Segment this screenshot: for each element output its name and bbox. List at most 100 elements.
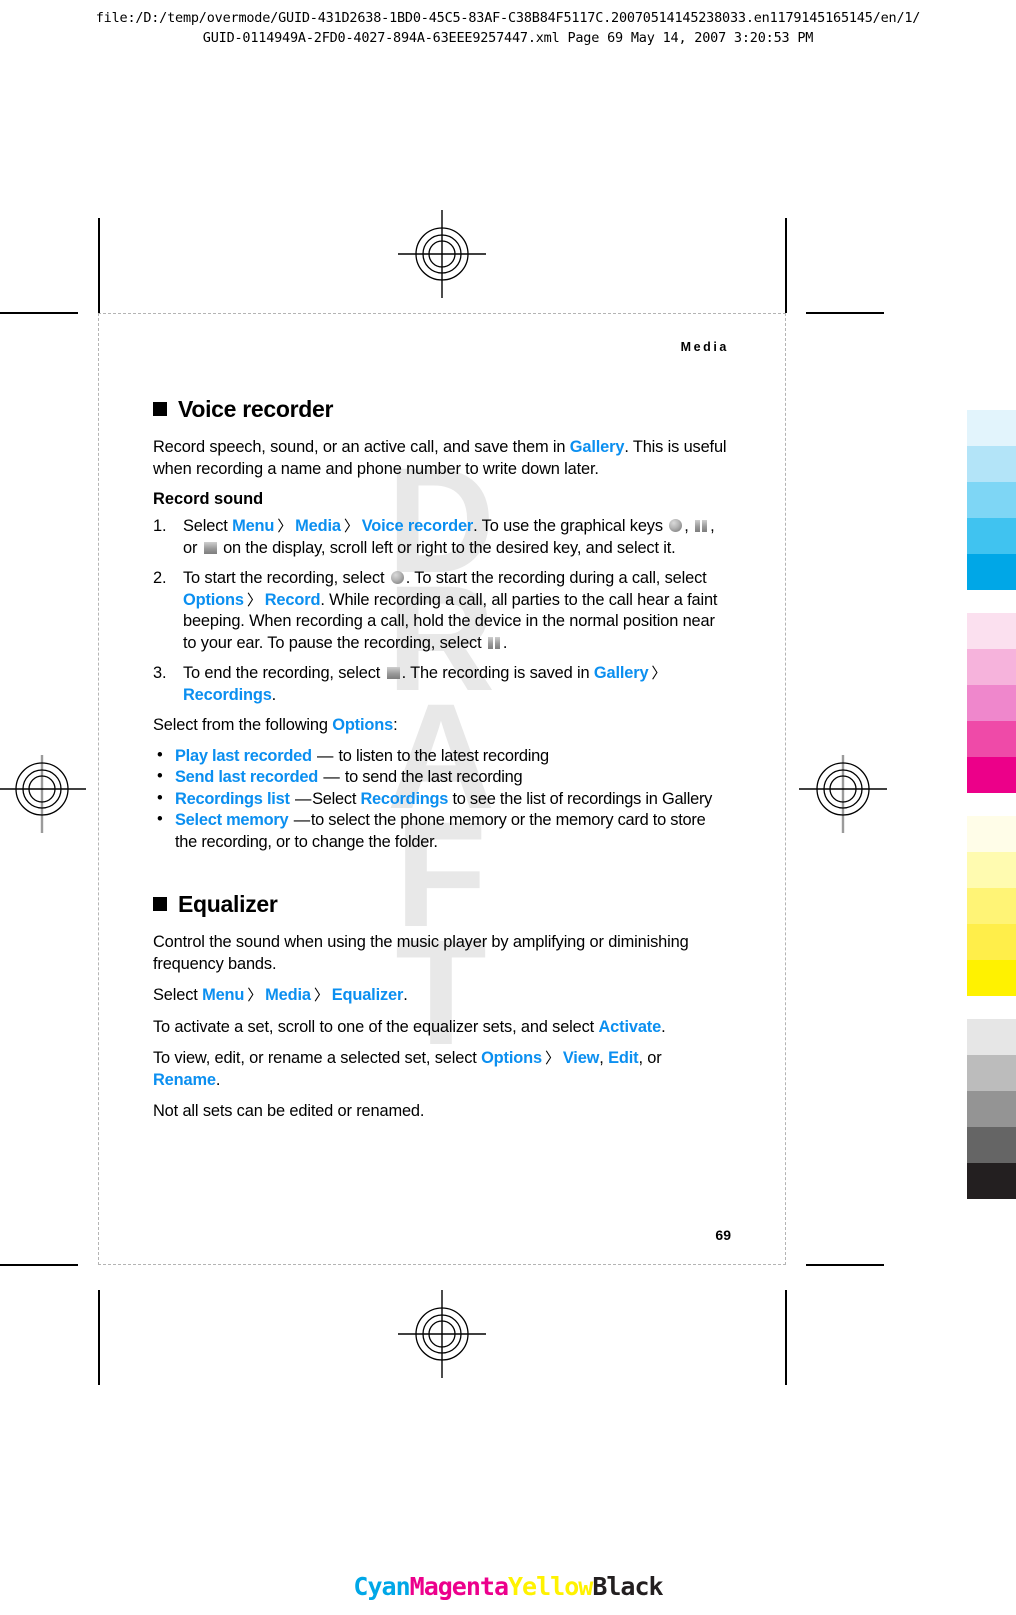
record-key-icon [390, 571, 404, 584]
link-gallery[interactable]: Gallery [594, 664, 649, 682]
equalizer-note: Not all sets can be edited or renamed. [153, 1102, 425, 1120]
step-1-text-a: Select [183, 517, 233, 535]
step-1-number: 1. [153, 517, 167, 535]
link-voice-recorder[interactable]: Voice recorder [362, 517, 474, 535]
link-menu[interactable]: Menu [232, 517, 274, 535]
magenta-swatch-1 [967, 613, 1016, 649]
step-2-text-a: To start the recording, select [183, 569, 389, 587]
step-3: 3. To end the recording, select . The rec… [153, 663, 731, 706]
chevron-right-icon: 〉 [247, 987, 263, 1004]
print-header-line2: GUID-0114949A-2FD0-4027-894A-63EEE925744… [202, 30, 814, 46]
options-lead-a: Select from the following [153, 716, 333, 734]
em-dash: — [293, 811, 310, 829]
option-recordings-list[interactable]: Recordings list [175, 790, 290, 808]
option-play-last-recorded-desc: to listen to the latest recording [334, 746, 549, 765]
link-menu[interactable]: Menu [202, 986, 244, 1004]
chevron-right-icon: 〉 [343, 518, 359, 535]
options-bullet-list: • Play last recorded — to listen to the l… [153, 746, 731, 854]
crop-mark-bottom-left [98, 1290, 100, 1385]
link-recordings[interactable]: Recordings [360, 790, 448, 808]
cyan-swatch-3 [967, 482, 1016, 518]
link-rename[interactable]: Rename [153, 1071, 216, 1089]
swatch-gap [967, 793, 1016, 816]
black-swatch-2 [967, 1055, 1016, 1091]
step-3-text-a: To end the recording, select [183, 664, 385, 682]
record-sound-steps: 1. Select Menu 〉 Media 〉 Voice recorder. To u… [153, 516, 731, 706]
registration-mark-bottom [394, 1286, 490, 1382]
swatch-gap [967, 996, 1016, 1019]
step-2: 2. To start the recording, select . To st… [153, 568, 731, 654]
link-options[interactable]: Options [481, 1049, 542, 1067]
link-edit[interactable]: Edit [608, 1049, 639, 1067]
manual-page: D R A F T Media Voice recorder Record sp… [98, 313, 786, 1265]
square-bullet-icon [153, 402, 167, 416]
chevron-right-icon: 〉 [246, 591, 262, 609]
equalizer-view-sep2: , or [638, 1049, 662, 1067]
link-options[interactable]: Options [332, 716, 393, 734]
bullet-dot-icon: • [157, 745, 163, 764]
crop-mark-top-right [785, 218, 787, 313]
legend-yellow: Yellow [508, 1572, 593, 1601]
equalizer-path-lead: Select [153, 986, 203, 1004]
option-send-last-recorded-desc: to send the last recording [340, 768, 523, 786]
em-dash: — [323, 768, 340, 786]
step-2-number: 2. [153, 569, 167, 587]
running-head: Media [680, 340, 729, 354]
cyan-swatch-1 [967, 410, 1016, 446]
page-title-equalizer: Equalizer [153, 891, 731, 918]
equalizer-activate-a: To activate a set, scroll to one of the … [153, 1017, 599, 1036]
list-item: • Select memory —to select the phone memo… [153, 810, 731, 853]
option-play-last-recorded[interactable]: Play last recorded [175, 747, 312, 765]
chevron-right-icon: 〉 [544, 1050, 560, 1067]
step-1-text-c: , [684, 517, 694, 535]
option-send-last-recorded[interactable]: Send last recorded [175, 768, 318, 786]
black-swatch-4 [967, 1127, 1016, 1163]
em-dash: — [317, 746, 334, 765]
option-select-memory[interactable]: Select memory [175, 811, 289, 829]
legend-black: Black [592, 1572, 663, 1601]
step-1-text-b: . To use the graphical keys [473, 517, 668, 535]
options-lead: Select from the following Options: [153, 715, 731, 737]
pause-key-icon [695, 520, 708, 532]
legend-magenta: Magenta [409, 1572, 509, 1601]
link-equalizer[interactable]: Equalizer [332, 986, 404, 1004]
chevron-right-icon: 〉 [277, 518, 293, 535]
equalizer-path-end: . [403, 986, 408, 1004]
option-recordings-list-desc-a: Select [312, 789, 361, 808]
step-2-text-d: . [502, 633, 508, 652]
registration-mark-right [795, 741, 891, 837]
equalizer-heading-text: Equalizer [178, 891, 278, 917]
cyan-swatch-4 [967, 518, 1016, 554]
crop-mark-bottom-right [785, 1290, 787, 1385]
stop-key-icon [203, 541, 217, 554]
equalizer-view-edit-rename: To view, edit, or rename a selected set,… [153, 1048, 731, 1091]
link-recordings[interactable]: Recordings [183, 686, 272, 704]
list-item: • Send last recorded — to send the last r… [153, 767, 731, 789]
subheading-record-sound: Record sound [153, 490, 264, 508]
chevron-right-icon: 〉 [313, 987, 329, 1004]
magenta-swatch-4 [967, 721, 1016, 757]
bullet-dot-icon: • [157, 788, 163, 807]
link-media[interactable]: Media [295, 517, 341, 535]
bullet-dot-icon: • [157, 767, 163, 785]
list-item: • Play last recorded — to listen to the l… [153, 746, 731, 768]
link-media[interactable]: Media [265, 986, 311, 1004]
bullet-dot-icon: • [157, 810, 163, 828]
step-3-text-c: . [271, 685, 277, 704]
link-record[interactable]: Record [265, 591, 321, 609]
cyan-swatch-2 [967, 446, 1016, 482]
link-gallery[interactable]: Gallery [570, 438, 625, 456]
voice-recorder-intro: Record speech, sound, or an active call,… [153, 437, 731, 480]
step-1: 1. Select Menu 〉 Media 〉 Voice recorder. To u… [153, 516, 731, 559]
link-options[interactable]: Options [183, 591, 244, 609]
crop-mark-right-bottom [806, 1264, 884, 1266]
em-dash: — [294, 789, 312, 808]
intro-text-a: Record speech, sound, or an active call,… [153, 438, 570, 456]
legend-cyan: Cyan [353, 1572, 410, 1601]
link-activate[interactable]: Activate [599, 1018, 662, 1036]
equalizer-view-a: To view, edit, or rename a selected set,… [153, 1049, 482, 1067]
yellow-swatch-3 [967, 888, 1016, 924]
step-1-text-e: on the display, scroll left or right to … [218, 538, 676, 557]
voice-recorder-heading-text: Voice recorder [178, 396, 334, 422]
link-view[interactable]: View [563, 1049, 600, 1067]
